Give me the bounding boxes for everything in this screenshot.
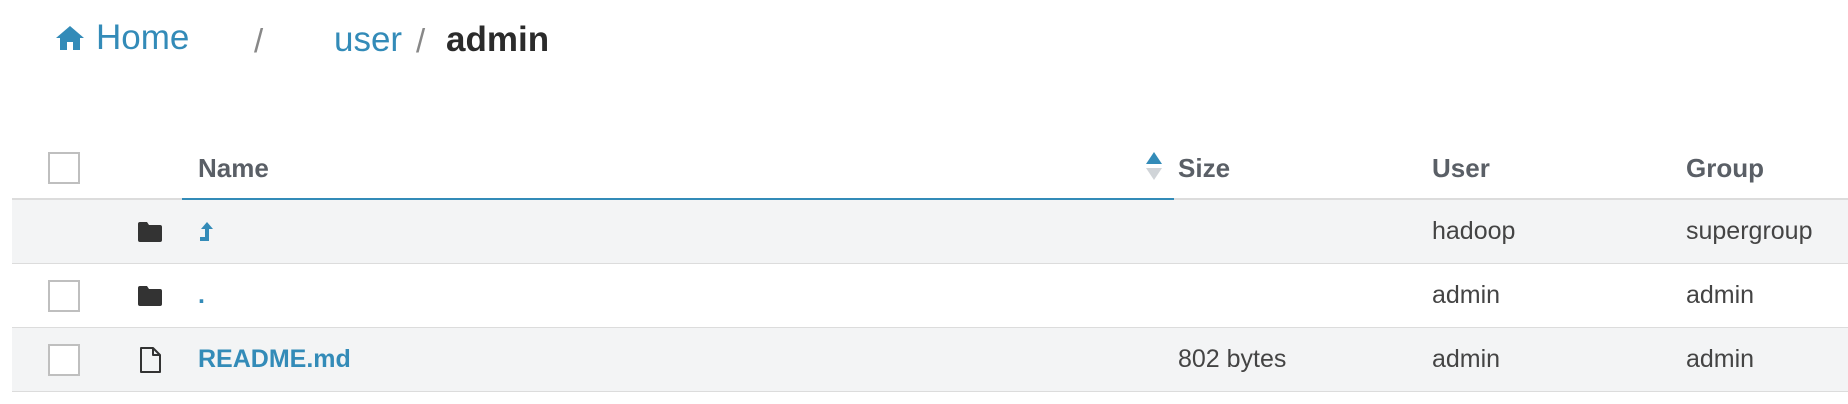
column-header-group[interactable]: Group	[1686, 138, 1848, 198]
header-checkbox-cell	[44, 138, 84, 198]
user-cell: admin	[1432, 281, 1501, 309]
user-cell: hadoop	[1432, 217, 1516, 245]
breadcrumb: Home / user / admin	[54, 14, 754, 64]
folder-icon	[138, 221, 162, 242]
table-header: Name Size User Group	[12, 138, 1848, 200]
file-table: Name Size User Group hadoop supergroup .…	[12, 138, 1848, 392]
size-cell	[1178, 200, 1428, 263]
breadcrumb-current: admin	[446, 20, 550, 59]
table-row[interactable]: hadoop supergroup	[12, 200, 1848, 264]
user-cell: admin	[1432, 345, 1501, 373]
row-checkbox[interactable]	[48, 279, 80, 312]
breadcrumb-home-label: Home	[96, 18, 190, 57]
file-name-link[interactable]: README.md	[198, 345, 351, 374]
folder-icon	[138, 285, 162, 306]
home-icon	[56, 26, 84, 50]
column-header-size[interactable]: Size	[1178, 138, 1428, 198]
file-icon	[140, 346, 161, 373]
row-checkbox-cell	[44, 328, 84, 391]
column-header-user[interactable]: User	[1432, 138, 1682, 198]
size-cell: 802 bytes	[1178, 345, 1287, 373]
folder-icon-cell	[130, 200, 170, 263]
row-checkbox[interactable]	[48, 343, 80, 376]
size-cell	[1178, 264, 1428, 327]
group-cell: admin	[1686, 281, 1755, 309]
column-header-name[interactable]: Name	[198, 138, 1168, 198]
file-name-link[interactable]: .	[198, 281, 205, 310]
name-cell: README.md	[198, 328, 1168, 391]
sort-ascending-icon[interactable]	[1144, 150, 1164, 182]
breadcrumb-separator: /	[254, 22, 264, 59]
folder-icon-cell	[130, 264, 170, 327]
table-row[interactable]: README.md 802 bytes admin admin	[12, 328, 1848, 392]
arrow-up-icon[interactable]	[198, 221, 214, 243]
breadcrumb-user-link[interactable]: user	[334, 20, 402, 60]
table-row[interactable]: . admin admin	[12, 264, 1848, 328]
group-cell: supergroup	[1686, 217, 1813, 245]
breadcrumb-separator: /	[416, 22, 426, 59]
select-all-checkbox[interactable]	[48, 152, 80, 184]
row-checkbox-cell	[44, 264, 84, 327]
breadcrumb-home-link[interactable]: Home	[54, 18, 189, 58]
parent-directory-cell	[198, 200, 1168, 263]
file-icon-cell	[130, 328, 170, 391]
name-cell: .	[198, 264, 1168, 327]
group-cell: admin	[1686, 345, 1755, 373]
